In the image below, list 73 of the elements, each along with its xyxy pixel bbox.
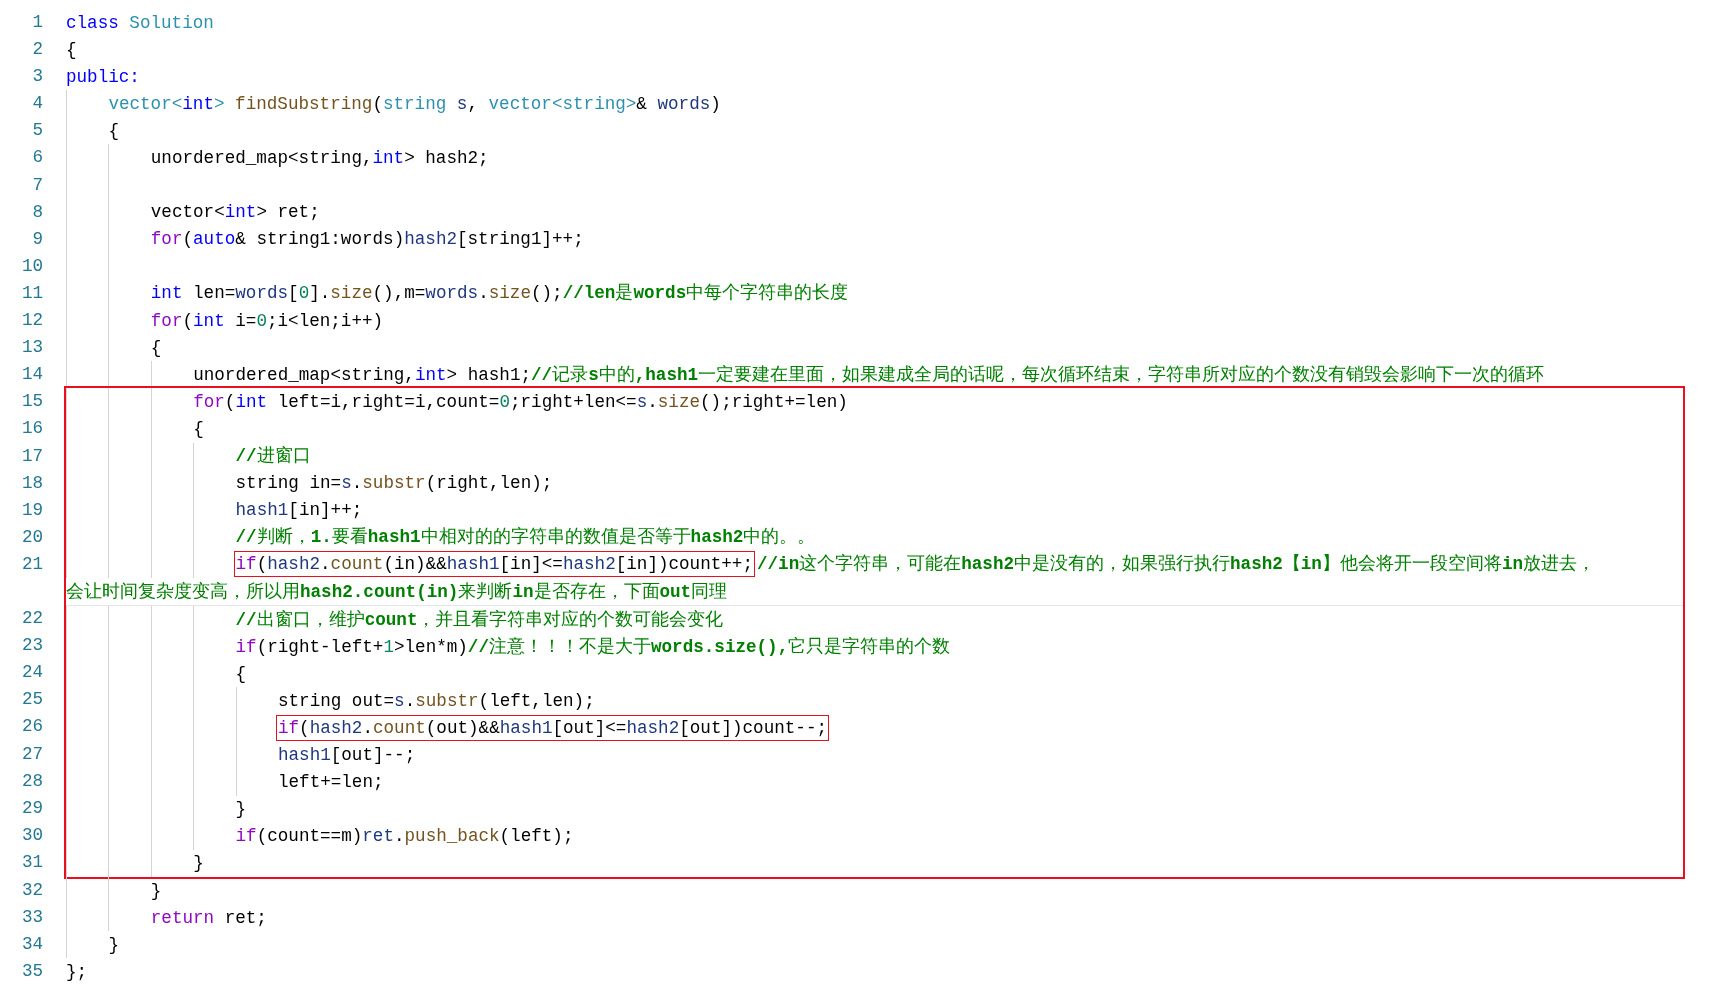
line-number: 4 <box>32 93 43 114</box>
code-text: string in=s.substr(right,len); <box>235 472 553 495</box>
code-text: public: <box>66 65 140 88</box>
code-text: vector<int> ret; <box>150 201 320 224</box>
code-comment: //出窗口，维护count，并且看字符串对应的个数可能会变化 <box>235 608 724 631</box>
code-text: } <box>235 798 247 821</box>
code-comment: //in这个字符串，可能在hash2中是没有的，如果强行执行hash2【in】他会将开一段空间将in放进去， <box>757 553 1596 576</box>
line-number: 15 <box>21 391 43 412</box>
line-number: 29 <box>21 797 43 818</box>
line-number: 8 <box>32 201 43 222</box>
line-number: 32 <box>21 880 43 900</box>
code-text: { <box>66 38 77 61</box>
code-text: { <box>150 336 162 359</box>
line-number: 19 <box>21 499 43 520</box>
line-number: 10 <box>21 255 43 276</box>
code-text: }; <box>66 960 88 983</box>
line-number: 13 <box>21 337 43 358</box>
code-text: if(count==m)ret.push_back(left); <box>235 825 574 848</box>
code-text: string out=s.substr(left,len); <box>277 689 595 712</box>
code-text: vector<int> findSubstring(string s, vector<string>& words) <box>108 92 721 115</box>
line-number: 33 <box>21 907 43 928</box>
code-comment: //判断，1.要看hash1中相对的的字符串的数值是否等于hash2中的。。 <box>235 526 816 549</box>
line-number: 24 <box>21 662 43 683</box>
line-number: 28 <box>21 770 43 791</box>
code-comment: //进窗口 <box>235 445 311 468</box>
line-number: 2 <box>32 39 43 60</box>
code-text: return ret; <box>150 906 267 929</box>
code-text: } <box>108 933 119 956</box>
code-comment: //注意！！！不是大于words.size(),它只是字符串的个数 <box>467 635 951 658</box>
line-number: 14 <box>21 364 43 385</box>
code-text: left+=len; <box>277 771 384 794</box>
code-text: } <box>193 852 204 875</box>
line-number: 21 <box>21 553 43 574</box>
code-comment: //len是words中每个字符串的长度 <box>562 282 849 305</box>
code-comment: //记录s中的,hash1一定要建在里面，如果建成全局的话呢，每次循环结束，字符串所对应的个数没有销毁会影响下一次的循环 <box>531 363 1545 386</box>
line-number: 23 <box>21 635 43 656</box>
code-text: unordered_map<string,int> hash1; <box>193 363 532 386</box>
line-number: 16 <box>21 418 43 439</box>
line-number: 27 <box>21 743 43 764</box>
line-number: 6 <box>32 147 43 168</box>
line-number: 12 <box>21 310 43 331</box>
line-number: 11 <box>21 282 43 303</box>
code-text: for(int i=0;i<len;i++) <box>150 309 384 332</box>
line-number: 31 <box>21 851 43 872</box>
code-text: } <box>150 879 162 902</box>
line-number: 9 <box>32 228 43 249</box>
code-text: class Solution <box>66 11 214 34</box>
code-text: unordered_map<string,int> hash2; <box>150 147 489 169</box>
code-text: { <box>193 417 204 440</box>
line-number: 18 <box>21 472 43 493</box>
line-number: 26 <box>21 716 43 737</box>
code-text: for(int left=i,right=i,count=0;right+len<=s.size();right+=len) <box>193 390 848 413</box>
highlighted-code: if(hash2.count(in)&&hash1[in]<=hash2[in])count++; <box>235 553 753 576</box>
line-number: 30 <box>21 824 43 845</box>
line-number: 34 <box>21 934 43 955</box>
highlighted-code: if(hash2.count(out)&&hash1[out]<=hash2[out])count--; <box>277 717 827 739</box>
code-text: hash1[out]--; <box>277 744 416 767</box>
code-text: { <box>235 662 247 685</box>
code-text: if(right-left+1>len*m) <box>235 635 468 658</box>
code-text: { <box>108 119 119 142</box>
code-text: hash1[in]++; <box>235 499 363 522</box>
code-text: int len=words[0].size(),m=words.size(); <box>150 282 563 305</box>
line-number: 20 <box>21 526 43 547</box>
line-number: 35 <box>21 961 43 982</box>
line-number: 3 <box>32 66 43 87</box>
code-text: for(auto& string1:words)hash2[string1]++; <box>150 228 584 251</box>
line-number: 22 <box>21 608 43 629</box>
line-number: 5 <box>32 120 43 141</box>
code-comment: 会让时间复杂度变高，所以用hash2.count(in)来判断in是否存在，下面out同理 <box>66 580 728 603</box>
line-number: 7 <box>32 174 43 195</box>
line-number: 25 <box>21 689 43 710</box>
line-number: 17 <box>21 445 43 466</box>
line-number: 1 <box>32 12 43 32</box>
